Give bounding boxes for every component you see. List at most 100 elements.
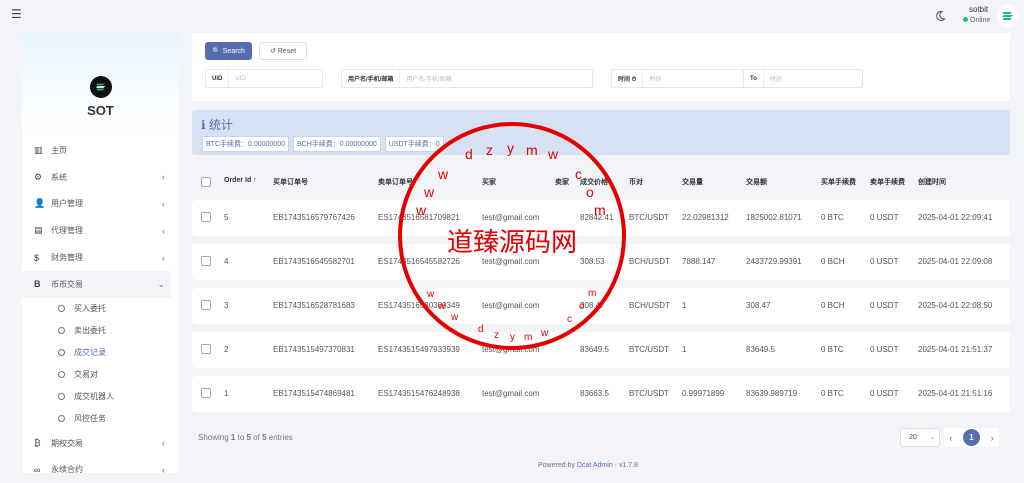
sidebar-item-perpetual[interactable]: ∞ 永续合约 ‹ <box>22 457 179 483</box>
table-row[interactable]: 5 EB1743516579767426 ES1743516581709821 tes… <box>192 200 1010 236</box>
table-header: Order Id ↑ 买单订单号 卖单订单号 买家 卖家 成交价格 币对 交易量… <box>192 171 1010 195</box>
row-checkbox[interactable] <box>201 212 211 222</box>
row-checkbox[interactable] <box>201 300 211 310</box>
sidebar-item-spot-trading[interactable]: B 币币交易 ⌄ <box>22 270 171 298</box>
dollar-icon: $ <box>34 252 40 263</box>
cell-created: 2025-04-01 22:09:08 <box>918 257 993 266</box>
page-number-current[interactable]: 1 <box>962 429 980 446</box>
time-start-input[interactable]: 时间 <box>643 74 661 83</box>
circle-icon <box>58 393 65 401</box>
powered-by-text: Powered by <box>538 462 577 469</box>
cell-pair: BTC/USDT <box>629 213 669 222</box>
pagination-prefix: Showing <box>198 433 231 442</box>
cell-price: 308.53 <box>580 257 605 266</box>
cell-sell-order: ES1743516581709821 <box>378 213 460 222</box>
sidebar-subitem-label: 卖出委托 <box>74 326 106 336</box>
cell-amount: 2433729.99391 <box>746 257 802 266</box>
cell-order-id: 4 <box>224 257 229 266</box>
user-field[interactable]: 用户名/手机/邮箱 用户名/手机/邮箱 <box>341 69 593 88</box>
table-row[interactable]: 4 EB1743516545582701 ES1743516545582726 tes… <box>192 244 1010 280</box>
cell-amount: 308.47 <box>746 301 771 310</box>
sidebar-item-users[interactable]: 👤 用户管理 ‹ <box>22 191 179 218</box>
cell-buyer: test@gmail.com <box>482 213 540 222</box>
link-icon: ∞ <box>34 464 41 475</box>
uid-input[interactable]: UID <box>229 76 245 82</box>
sidebar-subitem-sell-orders[interactable]: 卖出委托 <box>22 320 179 342</box>
prev-page-icon[interactable]: ‹ <box>949 433 952 443</box>
select-all-checkbox[interactable] <box>201 177 211 187</box>
cell-order-id: 3 <box>224 301 229 310</box>
cell-buy-fee: 0 BCH <box>821 301 845 310</box>
cell-sell-fee: 0 USDT <box>870 213 899 222</box>
time-end-input[interactable]: 时间 <box>764 74 782 83</box>
col-order-id[interactable]: Order Id ↑ <box>224 177 257 184</box>
cell-created: 2025-04-01 22:08:50 <box>918 301 993 310</box>
cell-amount: 83649.5 <box>746 345 775 354</box>
table-row[interactable]: 1 EB1743515474869481 ES1743515476248938 tes… <box>192 376 1010 412</box>
sidebar-item-system[interactable]: ⚙ 系统 ‹ <box>22 164 179 191</box>
col-volume: 交易量 <box>682 179 703 186</box>
sidebar-subitem-trades[interactable]: 成交记录 <box>22 342 179 364</box>
sidebar-item-label: 币币交易 <box>51 279 83 289</box>
sidebar: SOT ▥ 主页 ⚙ 系统 ‹ 👤 用户管理 ‹ ▤ 代理管理 ‹ $ 财务管理… <box>22 33 179 475</box>
col-sell-fee: 卖单手续费 <box>870 179 905 186</box>
sidebar-item-finance[interactable]: $ 财务管理 ‹ <box>22 244 179 271</box>
sidebar-subitem-pairs[interactable]: 交易对 <box>22 364 179 386</box>
time-start-field[interactable]: 时间 ⏱ 时间 <box>611 69 762 88</box>
search-button[interactable]: 🔍 Search <box>205 42 252 60</box>
cell-sell-order: ES1743515497933939 <box>378 345 460 354</box>
stats-tag-btc: BTC手续费：0.00000000 <box>202 136 289 152</box>
chevron-left-icon: ‹ <box>162 198 165 209</box>
sidebar-subitem-robot[interactable]: 成交机器人 <box>22 386 179 408</box>
cell-volume: 0.99971899 <box>682 389 725 398</box>
table-row[interactable]: 2 EB1743515497370831 ES1743515497933939 tes… <box>192 332 1010 368</box>
footer: Powered by Dcat Admin · v1.7.8 <box>538 462 638 469</box>
sidebar-item-home[interactable]: ▥ 主页 <box>22 137 179 164</box>
user-status: Online <box>963 17 990 24</box>
sidebar-item-label: 用户管理 <box>51 199 83 209</box>
sidebar-item-label: 主页 <box>51 145 67 155</box>
col-buyer: 买家 <box>482 179 496 186</box>
cell-buy-fee: 0 BTC <box>821 213 844 222</box>
next-page-icon[interactable]: › <box>991 433 994 443</box>
uid-label: UID <box>206 70 230 87</box>
chevron-down-icon: ⌄ <box>157 278 165 289</box>
table-row[interactable]: 3 EB1743516528781683 ES1743516530389349 tes… <box>192 288 1010 324</box>
sidebar-item-label: 系统 <box>51 172 67 182</box>
row-checkbox[interactable] <box>201 256 211 266</box>
col-seller: 卖家 <box>555 179 569 186</box>
cell-volume: 7888.147 <box>682 257 716 266</box>
cell-buy-fee: 0 BCH <box>821 257 845 266</box>
sidebar-item-options[interactable]: ₿ 期权交易 ‹ <box>22 430 179 457</box>
chevron-down-icon: ⌄ <box>929 435 935 441</box>
hamburger-icon[interactable]: ☰ <box>11 7 22 21</box>
cell-pair: BTC/USDT <box>629 389 669 398</box>
cell-order-id: 2 <box>224 345 229 354</box>
cell-buy-order: EB1743515474869481 <box>273 389 355 398</box>
sidebar-item-label: 期权交易 <box>51 438 83 448</box>
row-checkbox[interactable] <box>201 344 211 354</box>
sidebar-subitem-buy-orders[interactable]: 买入委托 <box>22 298 179 320</box>
col-price: 成交价格 <box>580 179 608 186</box>
row-checkbox[interactable] <box>201 388 211 398</box>
dcat-admin-link[interactable]: Dcat Admin <box>577 462 613 469</box>
uid-field[interactable]: UID UID <box>205 69 323 88</box>
dark-mode-icon[interactable] <box>934 10 946 22</box>
sidebar-subitem-risk[interactable]: 风控任务 <box>22 408 179 430</box>
cell-amount: 83639.989719 <box>746 389 798 398</box>
cell-pair: BTC/USDT <box>629 345 669 354</box>
sidebar-item-label: 永续合约 <box>51 465 83 475</box>
bitcoin-icon: B <box>34 279 41 290</box>
user-input[interactable]: 用户名/手机/邮箱 <box>400 74 451 83</box>
user-menu[interactable]: sotbit Online <box>963 5 990 24</box>
bitcoin-icon: ₿ <box>34 438 41 449</box>
sidebar-item-agents[interactable]: ▤ 代理管理 ‹ <box>22 217 179 244</box>
per-page-select[interactable]: 20 ⌄ <box>900 428 940 447</box>
chart-icon: ▥ <box>34 144 43 155</box>
avatar[interactable] <box>997 5 1019 27</box>
pagination-of-word: of <box>250 433 263 442</box>
sidebar-menu: ▥ 主页 ⚙ 系统 ‹ 👤 用户管理 ‹ ▤ 代理管理 ‹ $ 财务管理 ‹ B… <box>22 137 179 483</box>
time-end-field[interactable]: To 时间 <box>743 69 863 88</box>
reset-button[interactable]: ↺ Reset <box>259 42 307 60</box>
time-label: 时间 ⏱ <box>612 70 644 87</box>
